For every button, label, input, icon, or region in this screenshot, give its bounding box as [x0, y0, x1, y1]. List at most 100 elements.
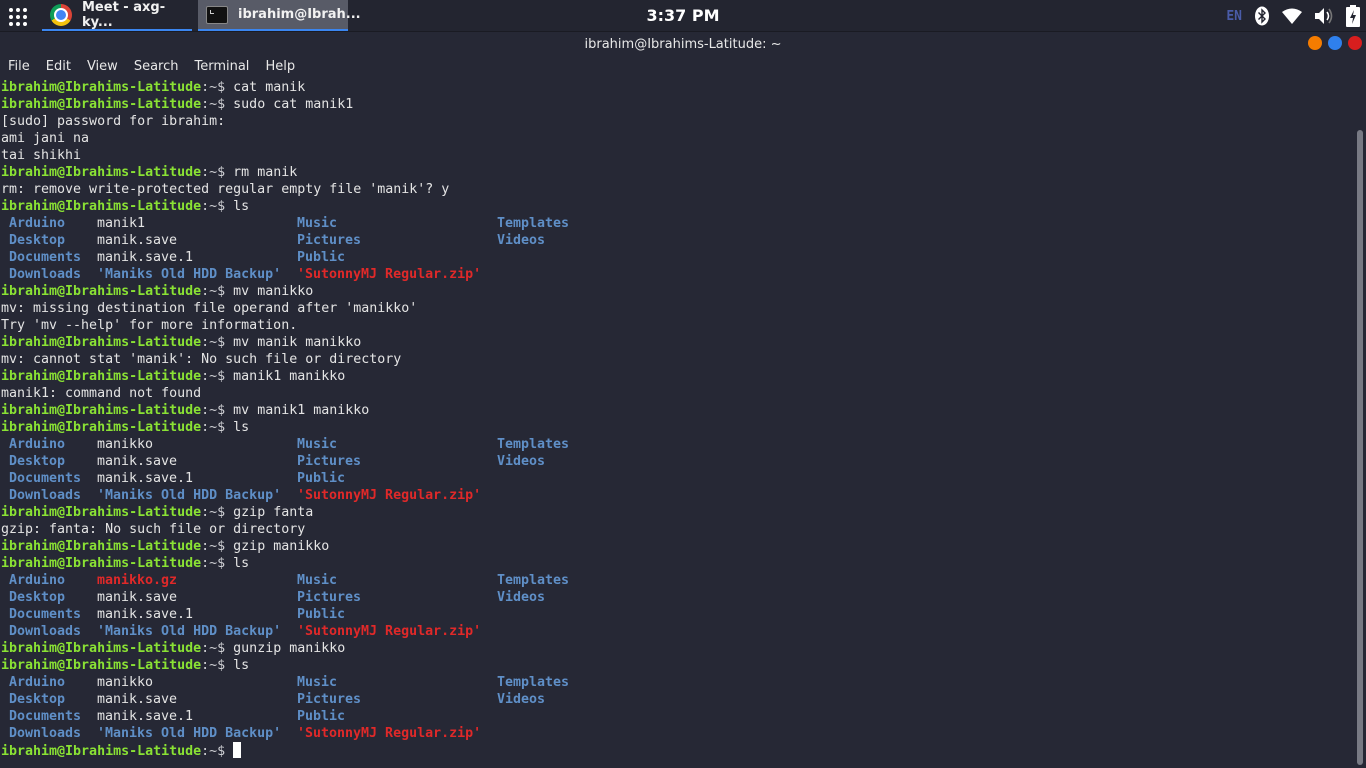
terminal-command-line: ibrahim@Ibrahims-Latitude:~$ manik1 mani… — [1, 368, 1352, 385]
ls-entry: Arduino — [9, 437, 66, 452]
wifi-icon[interactable] — [1282, 8, 1302, 24]
menu-terminal[interactable]: Terminal — [194, 57, 265, 77]
command-text: ls — [233, 556, 250, 571]
ls-entry: manik.save.1 — [97, 471, 194, 486]
terminal-output[interactable]: ibrahim@Ibrahims-Latitude:~$ cat manik ib… — [0, 79, 1352, 768]
command-text: mv manik1 manikko — [233, 403, 370, 418]
terminal-output-line: gzip: fanta: No such file or directory — [1, 522, 306, 537]
terminal-command-line: ibrahim@Ibrahims-Latitude:~$ ls — [1, 555, 1352, 572]
command-text: ls — [233, 199, 250, 214]
menu-help[interactable]: Help — [265, 57, 311, 77]
command-text: rm manik — [233, 165, 298, 180]
terminal-cursor — [233, 742, 242, 758]
app-grid-button[interactable] — [6, 5, 28, 27]
ls-entry: Music — [297, 437, 338, 452]
prompt-user-host: ibrahim@Ibrahims-Latitude — [1, 658, 202, 673]
ls-entry: 'SutonnyMJ Regular.zip' — [297, 488, 482, 503]
prompt-user-host: ibrahim@Ibrahims-Latitude — [1, 420, 202, 435]
system-tray: EN — [1226, 0, 1360, 32]
app-grid-icon — [9, 8, 13, 12]
prompt-path: :~$ — [201, 505, 234, 520]
ls-entry: manik.save.1 — [97, 250, 194, 265]
ls-output-row: Documents manik.save.1 Public — [1, 708, 1352, 725]
maximize-button[interactable] — [1328, 36, 1342, 50]
taskbar-item-label: ibrahim@Ibrah... — [238, 7, 361, 22]
terminal-command-line: ibrahim@Ibrahims-Latitude:~$ mv manik1 m… — [1, 402, 1352, 419]
prompt-user-host: ibrahim@Ibrahims-Latitude — [1, 284, 202, 299]
ls-entry: Music — [297, 675, 338, 690]
window-controls — [1308, 36, 1362, 50]
terminal-output-line: mv: missing destination file operand aft… — [1, 301, 418, 316]
command-text: gzip fanta — [233, 505, 314, 520]
bluetooth-icon[interactable] — [1254, 6, 1270, 26]
ls-output-row: Arduino manikko Music Templates — [1, 436, 1352, 453]
prompt-path: :~$ — [201, 165, 234, 180]
ls-output-row: Desktop manik.save Pictures Videos — [1, 589, 1352, 606]
ls-entry: Pictures — [297, 233, 362, 248]
ls-output-row: Desktop manik.save Pictures Videos — [1, 453, 1352, 470]
ls-entry: Downloads — [9, 267, 82, 282]
ls-entry: Templates — [497, 216, 570, 231]
ls-entry: Videos — [497, 454, 546, 469]
menu-view[interactable]: View — [87, 57, 134, 77]
scrollbar-thumb[interactable] — [1357, 130, 1363, 765]
menu-file[interactable]: File — [8, 57, 46, 77]
prompt-path: :~$ — [201, 420, 234, 435]
terminal-prompt-line: ibrahim@Ibrahims-Latitude:~$ — [1, 742, 1352, 759]
ls-entry — [497, 725, 697, 742]
vertical-scrollbar[interactable] — [1352, 57, 1366, 768]
terminal-output-line: mv: cannot stat 'manik': No such file or… — [1, 352, 402, 367]
terminal-output-line: [sudo] password for ibrahim: — [1, 114, 226, 129]
terminal-command-line: ibrahim@Ibrahims-Latitude:~$ sudo cat ma… — [1, 96, 1352, 113]
ls-output-row: Arduino manik1 Music Templates — [1, 215, 1352, 232]
ls-entry: 'SutonnyMJ Regular.zip' — [297, 624, 482, 639]
taskbar-item-chrome[interactable]: Meet - axg-ky... — [42, 0, 192, 31]
ls-entry: 'Maniks Old HDD Backup' — [97, 726, 282, 741]
terminal-command-line: ibrahim@Ibrahims-Latitude:~$ mv manik ma… — [1, 334, 1352, 351]
ls-entry: Desktop — [9, 590, 66, 605]
prompt-path: :~$ — [201, 199, 234, 214]
terminal-output-line: rm: remove write-protected regular empty… — [1, 182, 450, 197]
ls-entry: Templates — [497, 573, 570, 588]
prompt-user-host: ibrahim@Ibrahims-Latitude — [1, 539, 202, 554]
keyboard-language-indicator[interactable]: EN — [1226, 9, 1242, 24]
menu-edit[interactable]: Edit — [46, 57, 87, 77]
command-text: manik1 manikko — [233, 369, 346, 384]
command-text: ls — [233, 658, 250, 673]
ls-output-row: Downloads 'Maniks Old HDD Backup' 'Sutonny… — [1, 487, 1352, 504]
ls-entry: manikko.gz — [97, 573, 178, 588]
ls-output-row: Documents manik.save.1 Public — [1, 249, 1352, 266]
ls-entry: Pictures — [297, 590, 362, 605]
prompt-path: :~$ — [201, 641, 234, 656]
window-titlebar[interactable]: ibrahim@Ibrahims-Latitude: ~ — [0, 32, 1366, 57]
ls-entry: 'Maniks Old HDD Backup' — [97, 267, 282, 282]
menu-search[interactable]: Search — [134, 57, 195, 77]
prompt-user-host: ibrahim@Ibrahims-Latitude — [1, 165, 202, 180]
ls-entry: manik.save — [97, 590, 178, 605]
chrome-icon — [50, 3, 72, 26]
prompt-user-host: ibrahim@Ibrahims-Latitude — [1, 641, 202, 656]
ls-entry: Documents — [9, 607, 82, 622]
clock[interactable]: 3:37 PM — [646, 6, 719, 25]
close-button[interactable] — [1348, 36, 1362, 50]
top-panel: Meet - axg-ky... ibrahim@Ibrah... 3:37 P… — [0, 0, 1366, 32]
battery-charging-icon[interactable] — [1346, 5, 1360, 27]
ls-entry: Music — [297, 573, 338, 588]
prompt-user-host: ibrahim@Ibrahims-Latitude — [1, 556, 202, 571]
terminal-command-line: ibrahim@Ibrahims-Latitude:~$ gzip manikk… — [1, 538, 1352, 555]
volume-icon[interactable] — [1314, 7, 1334, 25]
ls-entry: Documents — [9, 471, 82, 486]
ls-entry: Public — [297, 607, 346, 622]
ls-entry: 'Maniks Old HDD Backup' — [97, 488, 282, 503]
ls-entry: manik.save.1 — [97, 709, 194, 724]
taskbar-item-terminal[interactable]: ibrahim@Ibrah... — [198, 0, 361, 31]
ls-entry — [497, 470, 697, 487]
terminal-output-line: ami jani na — [1, 131, 90, 146]
minimize-button[interactable] — [1308, 36, 1322, 50]
terminal-command-line: ibrahim@Ibrahims-Latitude:~$ ls — [1, 419, 1352, 436]
ls-entry — [497, 623, 697, 640]
ls-output-row: Desktop manik.save Pictures Videos — [1, 232, 1352, 249]
ls-entry: Pictures — [297, 692, 362, 707]
terminal-command-line: ibrahim@Ibrahims-Latitude:~$ rm manik — [1, 164, 1352, 181]
prompt-user-host: ibrahim@Ibrahims-Latitude — [1, 744, 202, 759]
